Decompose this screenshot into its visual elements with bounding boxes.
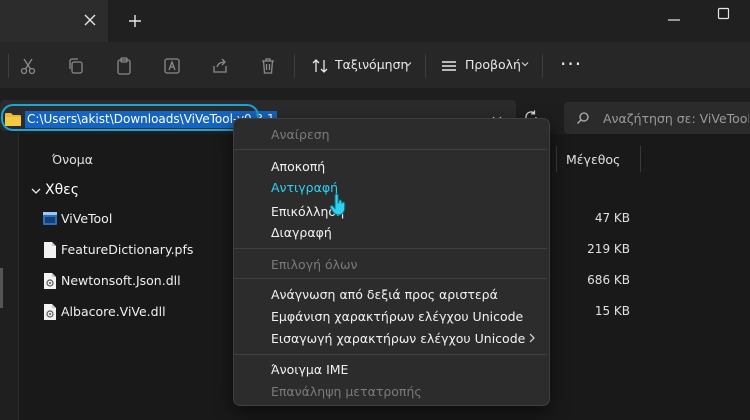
column-header-size[interactable]: Μέγεθος	[566, 152, 620, 167]
maximize-icon[interactable]	[716, 6, 732, 22]
menu-item-insert-unicode[interactable]: Εισαγωγή χαρακτήρων ελέγχου Unicode	[271, 331, 525, 346]
file-icon	[42, 241, 58, 259]
title-bar	[0, 0, 750, 42]
copy-icon[interactable]	[66, 56, 86, 76]
sort-button[interactable]: Ταξινόμηση	[335, 57, 408, 72]
menu-item-reconvert[interactable]: Επανάληψη μετατροπής	[271, 384, 422, 399]
column-divider[interactable]	[556, 146, 557, 172]
file-name: Newtonsoft.Json.dll	[61, 273, 181, 288]
chevron-down-icon[interactable]	[519, 58, 531, 70]
toolbar-divider	[542, 54, 543, 78]
menu-separator	[234, 354, 547, 355]
rename-icon[interactable]	[162, 56, 182, 76]
address-highlight-ring	[1, 104, 259, 131]
view-icon[interactable]	[439, 56, 459, 76]
toolbar-divider	[425, 54, 426, 78]
minimize-icon[interactable]	[666, 12, 682, 28]
delete-icon[interactable]	[258, 56, 278, 76]
search-icon	[576, 111, 590, 125]
chevron-down-icon[interactable]	[402, 58, 414, 70]
group-header[interactable]: Χθες	[45, 182, 79, 198]
menu-item-rtl-reading[interactable]: Ανάγνωση από δεξιά προς αριστερά	[271, 287, 498, 302]
view-button[interactable]: Προβολή	[465, 57, 521, 72]
app-icon	[42, 210, 58, 228]
file-size: 15 KB	[594, 304, 630, 318]
dll-icon	[42, 303, 58, 321]
toolbar-divider	[8, 54, 9, 78]
menu-item-select-all[interactable]: Επιλογή όλων	[271, 257, 358, 272]
dll-icon	[42, 272, 58, 290]
pane-divider[interactable]	[18, 134, 19, 420]
menu-separator	[234, 248, 547, 249]
file-name: ViVeTool	[61, 211, 113, 226]
column-header-name[interactable]: Όνομα	[52, 152, 93, 167]
menu-item-delete[interactable]: Διαγραφή	[271, 225, 332, 240]
chevron-right-icon	[527, 332, 537, 344]
search-input[interactable]: Αναζήτηση σε: ViVeTool-v0.3.1	[603, 111, 749, 126]
share-icon[interactable]	[210, 56, 230, 76]
file-size: 47 KB	[594, 211, 630, 225]
new-tab-icon[interactable]	[124, 10, 146, 32]
close-tab-icon[interactable]	[80, 10, 100, 30]
column-divider[interactable]	[640, 146, 641, 172]
navigation-scrollbar[interactable]	[0, 268, 3, 308]
menu-item-undo[interactable]: Αναίρεση	[271, 127, 330, 142]
chevron-down-icon[interactable]	[30, 185, 42, 197]
menu-separator	[234, 149, 547, 150]
cut-icon[interactable]	[18, 56, 38, 76]
menu-item-show-unicode[interactable]: Εμφάνιση χαρακτήρων ελέγχου Unicode	[271, 309, 523, 324]
paste-icon[interactable]	[114, 56, 134, 76]
sort-icon[interactable]	[310, 56, 330, 76]
menu-item-cut[interactable]: Αποκοπή	[271, 159, 325, 174]
toolbar-divider	[294, 54, 295, 78]
file-name: FeatureDictionary.pfs	[61, 242, 194, 257]
command-bar: Ταξινόμηση Προβολή ···	[0, 42, 750, 89]
hand-cursor-icon	[328, 193, 348, 217]
menu-item-open-ime[interactable]: Άνοιγμα IME	[271, 362, 348, 377]
file-size: 686 KB	[587, 273, 630, 287]
menu-separator	[234, 278, 547, 279]
file-name: Albacore.ViVe.dll	[61, 304, 166, 319]
file-size: 219 KB	[587, 242, 630, 256]
more-options-button[interactable]: ···	[560, 52, 582, 76]
